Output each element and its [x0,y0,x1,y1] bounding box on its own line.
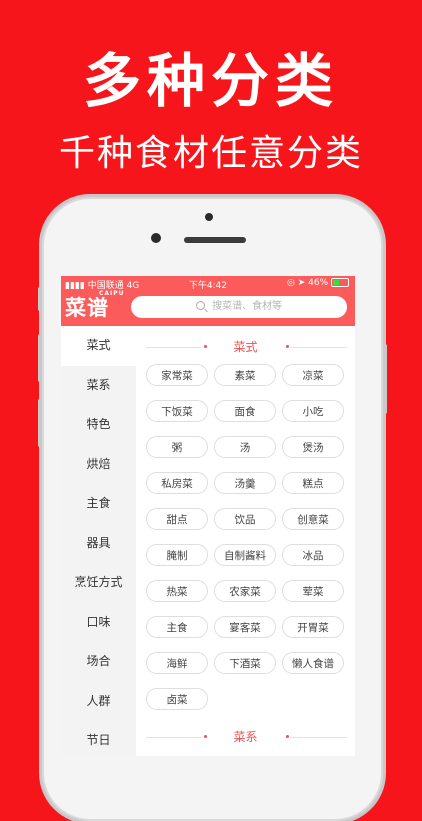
earpiece-speaker [184,237,246,243]
divider-left [146,347,202,348]
divider-dot-left [204,735,207,738]
battery-icon [331,278,349,287]
search-bar[interactable]: 搜菜谱、食材等 [131,296,347,318]
promo-headline: 多种分类 [82,47,339,115]
category-tag[interactable]: 下酒菜 [214,652,276,674]
sidebar-item[interactable]: 菜式 [61,326,136,366]
category-tag[interactable]: 私房菜 [146,472,208,494]
location-icon: ➤ [297,278,306,288]
divider-dot-left [204,345,207,348]
status-bar: ▮▮▮▮ 中国联通 4G 下午4:42 ◎ ➤ 46% [61,276,355,291]
sidebar-item[interactable]: 人群 [61,682,136,722]
sidebar-item[interactable]: 节日 [61,721,136,756]
category-tag[interactable]: 开胃菜 [282,616,344,638]
category-tag[interactable]: 家常菜 [146,364,208,386]
category-tag[interactable]: 荤菜 [282,580,344,602]
category-tag[interactable]: 主食 [146,616,208,638]
category-tag[interactable]: 甜点 [146,508,208,530]
alarm-icon: ◎ [286,278,295,288]
category-tag[interactable]: 凉菜 [282,364,344,386]
sidebar-item[interactable]: 烹饪方式 [61,563,136,603]
sidebar-item[interactable]: 特色 [61,405,136,445]
category-tag[interactable]: 卤菜 [146,688,208,710]
promo-subline: 千种食材任意分类 [58,133,363,174]
sidebar-item[interactable]: 器具 [61,524,136,564]
search-icon [195,301,205,310]
sidebar-item[interactable]: 口味 [61,603,136,643]
category-sidebar: 菜式 菜系 特色 烘焙 主食 器具 烹饪方式 口味 场合 人群 节日 [61,326,136,756]
category-tag[interactable]: 冰品 [282,544,344,566]
volume-up-button [38,334,42,382]
category-tag[interactable]: 热菜 [146,580,208,602]
divider-right [291,347,347,348]
logo-text: 菜谱 [65,295,109,320]
category-tag[interactable]: 饮品 [214,508,276,530]
front-camera [151,233,161,243]
search-placeholder: 搜菜谱、食材等 [212,301,283,312]
category-tag[interactable]: 自制酱料 [214,544,276,566]
category-content: 菜式 家常菜 素菜 凉菜下饭菜 面食 小吃粥汤煲汤私房菜 汤羹 糕点甜点 饮品 创意菜腌制 自制酱… [136,326,355,756]
sidebar-item[interactable]: 菜系 [61,366,136,406]
category-tag[interactable]: 宴客菜 [214,616,276,638]
tag-grid: 家常菜 素菜 凉菜下饭菜 面食 小吃粥汤煲汤私房菜 汤羹 糕点甜点 饮品 创意菜腌制 自制酱料 冰品… [136,360,355,724]
sidebar-item[interactable]: 主食 [61,484,136,524]
status-right: ◎ ➤ 46% [287,278,349,288]
category-tag[interactable]: 汤 [214,436,276,458]
category-tag[interactable]: 腌制 [146,544,208,566]
phone-screen: ▮▮▮▮ 中国联通 4G 下午4:42 ◎ ➤ 46% 菜谱 CAIPU 搜菜谱… [61,276,355,756]
battery-percent: 46% [308,278,329,288]
divider-left [146,737,202,738]
divider-dot-right [286,345,289,348]
volume-down-button [38,399,42,447]
section-title-caixi: 菜系 [136,724,355,750]
proximity-sensor [205,213,213,221]
section1-label: 菜式 [233,340,258,354]
category-tag[interactable]: 农家菜 [214,580,276,602]
category-tag[interactable]: 粥 [146,436,208,458]
category-tag[interactable]: 下饭菜 [146,400,208,422]
mute-switch [38,287,42,311]
section2-label: 菜系 [233,730,258,744]
divider-right [291,737,347,738]
category-tag[interactable]: 小吃 [282,400,344,422]
category-tag[interactable]: 面食 [214,400,276,422]
category-tag[interactable]: 素菜 [214,364,276,386]
phone-frame: ▮▮▮▮ 中国联通 4G 下午4:42 ◎ ➤ 46% 菜谱 CAIPU 搜菜谱… [38,197,387,821]
divider-dot-right [286,735,289,738]
app-header: ▮▮▮▮ 中国联通 4G 下午4:42 ◎ ➤ 46% 菜谱 CAIPU 搜菜谱… [61,276,355,326]
sidebar-item[interactable]: 场合 [61,642,136,682]
category-tag[interactable]: 海鲜 [146,652,208,674]
app-logo: 菜谱 CAIPU [65,290,129,322]
section-title-caishi: 菜式 [136,334,355,360]
category-tag[interactable]: 糕点 [282,472,344,494]
power-button [383,344,387,414]
category-tag[interactable]: 汤羹 [214,472,276,494]
sidebar-item[interactable]: 烘焙 [61,445,136,485]
category-tag[interactable]: 煲汤 [282,436,344,458]
logo-sup: CAIPU [99,290,125,297]
category-tag[interactable]: 创意菜 [282,508,344,530]
category-tag[interactable]: 懒人食谱 [282,652,344,674]
